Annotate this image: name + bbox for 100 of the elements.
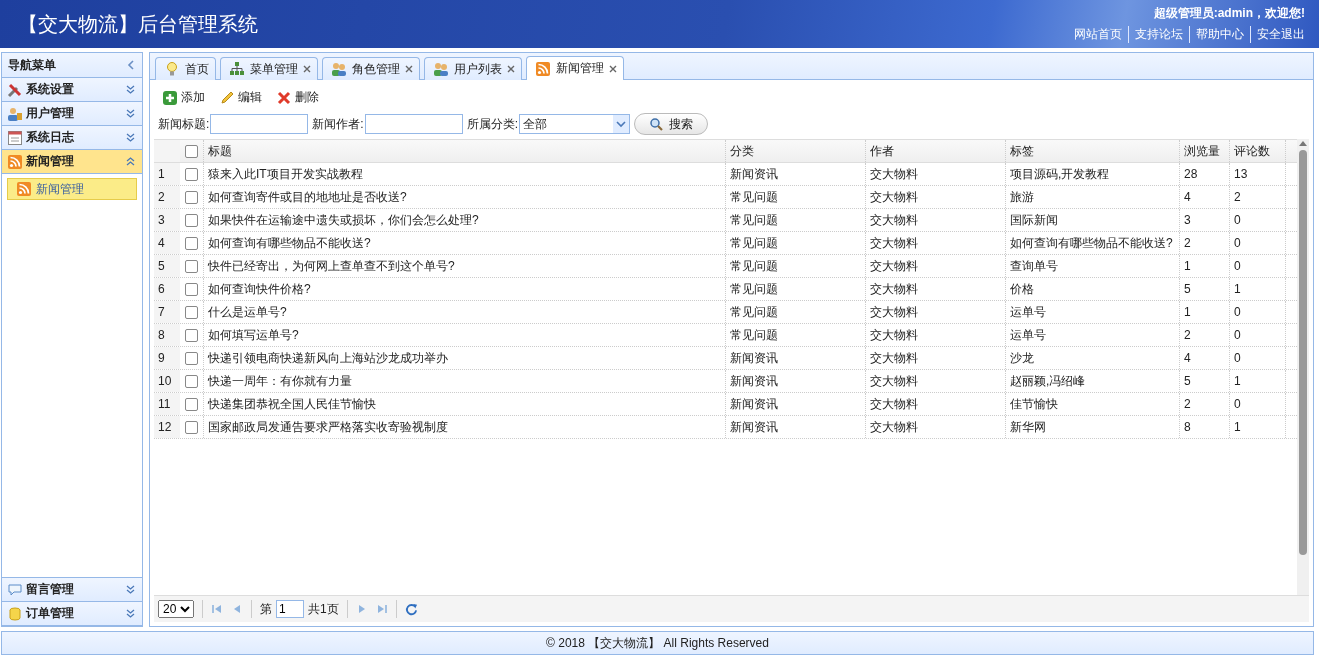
table-cell: 新华网 <box>1006 416 1180 438</box>
accordion-header[interactable]: 留言管理 <box>2 578 142 602</box>
table-cell: 2 <box>1180 232 1230 254</box>
table-cell: 交大物料 <box>866 301 1006 323</box>
row-checkbox[interactable] <box>185 282 198 296</box>
row-checkbox[interactable] <box>185 397 198 411</box>
row-checkbox[interactable] <box>185 420 198 434</box>
table-cell: 8 <box>1180 416 1230 438</box>
category-dropdown[interactable]: 全部 <box>519 114 631 134</box>
close-icon[interactable] <box>507 65 515 73</box>
table-cell: 查询单号 <box>1006 255 1180 277</box>
accordion-header[interactable]: 系统设置 <box>2 78 142 102</box>
page-number-field[interactable]: 1 <box>276 600 304 618</box>
text-field[interactable] <box>364 114 463 134</box>
first-page-icon[interactable] <box>211 603 223 615</box>
table-cell: 1 <box>1230 370 1286 392</box>
tab[interactable]: 新闻管理 <box>526 56 624 80</box>
row-checkbox[interactable] <box>185 328 198 342</box>
row-checkbox[interactable] <box>185 167 198 181</box>
tab[interactable]: 角色管理 <box>322 57 420 80</box>
accordion-header[interactable]: 订单管理 <box>2 602 142 626</box>
expand-chevron-icon[interactable] <box>125 132 136 143</box>
column-header[interactable]: 浏览量 <box>1180 140 1230 162</box>
table-cell: 2 <box>1180 393 1230 415</box>
row-number: 8 <box>154 324 180 346</box>
hierarchy-icon <box>229 61 245 77</box>
close-icon[interactable] <box>405 65 413 73</box>
tab[interactable]: 用户列表 <box>424 57 522 80</box>
refresh-icon[interactable] <box>404 602 418 616</box>
table-cell: 0 <box>1230 301 1286 323</box>
search-button[interactable]: 搜索 <box>634 113 709 135</box>
row-number: 12 <box>154 416 180 438</box>
accordion-label: 系统设置 <box>26 81 75 98</box>
expand-chevron-icon[interactable] <box>125 84 136 95</box>
accordion-header[interactable]: 系统日志 <box>2 126 142 150</box>
row-number: 1 <box>154 163 180 185</box>
row-checkbox[interactable] <box>185 351 198 365</box>
close-icon[interactable] <box>303 65 311 73</box>
table-cell: 如何填写运单号? <box>204 324 726 346</box>
select-all-checkbox[interactable] <box>185 144 198 158</box>
last-page-icon[interactable] <box>375 603 388 615</box>
column-header[interactable]: 标签 <box>1006 140 1180 162</box>
row-checkbox[interactable] <box>185 374 198 388</box>
expand-chevron-icon[interactable] <box>125 108 136 119</box>
row-checkbox[interactable] <box>185 305 198 319</box>
toolbar-button[interactable]: 删除 <box>272 87 323 108</box>
table-cell: 0 <box>1230 232 1286 254</box>
rss-icon <box>16 181 32 197</box>
expand-chevron-icon[interactable] <box>125 608 136 619</box>
page-size-select[interactable]: 20 <box>158 600 194 618</box>
table-cell: 快递引领电商快递新风向上海站沙龙成功举办 <box>204 347 726 369</box>
field-label: 新闻标题: <box>158 115 210 133</box>
accordion-header[interactable]: 用户管理 <box>2 102 142 126</box>
row-number: 3 <box>154 209 180 231</box>
table-cell: 0 <box>1230 209 1286 231</box>
table-cell: 2 <box>1230 186 1286 208</box>
row-checkbox[interactable] <box>185 259 198 273</box>
table-cell: 交大物料 <box>866 370 1006 392</box>
collapse-chevron-icon[interactable] <box>125 156 136 167</box>
toolbar-button[interactable]: 添加 <box>158 87 209 108</box>
toolbar-button[interactable]: 编辑 <box>215 87 266 108</box>
scrollbar[interactable] <box>1297 139 1309 595</box>
row-number: 10 <box>154 370 180 392</box>
tab[interactable]: 首页 <box>155 57 216 80</box>
table-cell: 如何查询有哪些物品不能收送? <box>1006 232 1180 254</box>
close-icon[interactable] <box>609 64 617 73</box>
column-header[interactable]: 分类 <box>726 140 866 162</box>
collapse-icon[interactable] <box>126 60 136 70</box>
header-link[interactable]: 安全退出 <box>1250 26 1305 43</box>
table-cell: 交大物料 <box>866 255 1006 277</box>
table-cell: 新闻资讯 <box>726 163 866 185</box>
row-checkbox[interactable] <box>185 213 198 227</box>
column-header[interactable]: 作者 <box>866 140 1006 162</box>
table-cell: 0 <box>1230 347 1286 369</box>
column-header[interactable]: 标题 <box>204 140 726 162</box>
expand-chevron-icon[interactable] <box>125 584 136 595</box>
table-cell: 交大物料 <box>866 163 1006 185</box>
pencil-icon <box>219 89 235 106</box>
app-title: 【交大物流】后台管理系统 <box>18 11 258 37</box>
table-cell: 如何查询快件价格? <box>204 278 726 300</box>
text-field[interactable] <box>210 114 309 134</box>
row-checkbox[interactable] <box>185 236 198 250</box>
accordion-label: 留言管理 <box>26 581 75 598</box>
menu-item[interactable]: 新闻管理 <box>7 178 137 200</box>
table-cell: 常见问题 <box>726 232 866 254</box>
page-prefix: 第 <box>260 600 272 618</box>
table-cell: 赵丽颖,冯绍峰 <box>1006 370 1180 392</box>
table-cell: 常见问题 <box>726 301 866 323</box>
header-link[interactable]: 帮助中心 <box>1189 26 1250 43</box>
table-cell: 新闻资讯 <box>726 370 866 392</box>
column-header[interactable]: 评论数 <box>1230 140 1286 162</box>
accordion-header[interactable]: 新闻管理 <box>2 150 142 174</box>
field-label: 新闻作者: <box>312 115 364 133</box>
table-cell: 0 <box>1230 393 1286 415</box>
table-cell: 5 <box>1180 278 1230 300</box>
row-checkbox[interactable] <box>185 190 198 204</box>
table-cell: 常见问题 <box>726 278 866 300</box>
table-cell: 28 <box>1180 163 1230 185</box>
tab[interactable]: 菜单管理 <box>220 57 318 80</box>
table-cell: 3 <box>1180 209 1230 231</box>
